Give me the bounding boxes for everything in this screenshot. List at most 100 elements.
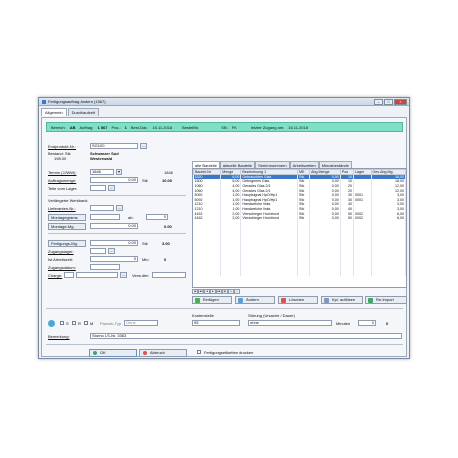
empty-cell <box>309 270 341 276</box>
aendern-label: Ändern <box>246 297 259 302</box>
aufloesen-button[interactable]: Kpl. auflösen <box>321 296 363 304</box>
fertigungs-mg-unit: Stk <box>142 241 148 246</box>
charge-label: Charge: <box>48 273 63 278</box>
pos-label: Pos.: <box>111 124 121 130</box>
zugangslager-lookup-button[interactable]: ... <box>108 248 115 254</box>
abbruch-label: Abbruch <box>150 350 165 355</box>
lieferanten-lookup-button[interactable]: ... <box>116 205 123 211</box>
letzter-zugang-value: 16.11.2018 <box>288 124 308 130</box>
sb-value: FK <box>231 124 237 130</box>
teile-lager-lookup-button[interactable]: ... <box>108 185 115 191</box>
zugangsdatum-label: Zugangsdatum: <box>48 265 76 270</box>
loeschen-label: Löschen <box>289 297 305 302</box>
minuten-right: 0 <box>386 321 389 326</box>
letzter-zugang-label: letzter Zugang am: <box>250 124 285 130</box>
separator <box>48 233 186 234</box>
check-icon <box>93 351 97 355</box>
einfuegen-button[interactable]: Einfügen <box>192 296 232 304</box>
reimport-button[interactable]: Re-Import <box>365 296 407 304</box>
maximize-button[interactable]: □ <box>384 98 393 105</box>
kostenstelle-label: Kostenstelle <box>192 313 214 318</box>
bestdat-value: 16.11.2018 <box>152 124 173 130</box>
fertigungs-mg-right: 3.00 <box>162 241 170 246</box>
minimize-button[interactable]: – <box>374 98 383 105</box>
termin-dropdown-icon[interactable]: ▾ <box>116 169 122 175</box>
delete-record-button[interactable]: – <box>234 289 240 294</box>
montage-mg-right: 0.00 <box>164 224 172 229</box>
app-icon <box>42 99 46 104</box>
endprodukt-input[interactable]: SG100 <box>90 143 138 149</box>
tab-durchlaufzeit[interactable]: Durchlaufzeit <box>67 108 99 116</box>
ab-label: ab: <box>128 215 134 220</box>
kostenstelle-select[interactable]: 95 <box>192 320 240 326</box>
teile-lager-label: Teile vom Lager: <box>48 186 78 191</box>
grid-header-row: Bauteil-Nr Menge Bezeichnung 1 ME Abg.Me… <box>193 169 406 175</box>
auftragsmenge-label: Auftragsmenge: <box>48 178 77 183</box>
charge-input[interactable] <box>64 272 74 278</box>
bestellnr-label: BestellNr. <box>182 124 200 130</box>
ab-input[interactable]: 0 <box>146 214 168 220</box>
add-icon <box>195 298 200 303</box>
fertigungs-mg-button[interactable]: Fertigungs-Mg. <box>48 240 86 247</box>
tab-allgemein[interactable]: Allgemein <box>41 108 67 116</box>
reimport-label: Re-Import <box>376 297 394 302</box>
separator <box>46 344 403 345</box>
separator <box>48 195 186 196</box>
termin-label: Termin (JJWW): <box>48 170 77 175</box>
verwdtm-label: Verw.dtm <box>132 273 149 278</box>
endprodukt-label: Endprodukt-Nr.: <box>48 144 77 149</box>
empty-cell <box>193 270 222 276</box>
main-tabs: Allgemein Durchlaufzeit <box>39 106 409 116</box>
teile-lager-input[interactable] <box>90 185 106 191</box>
r-checkbox[interactable] <box>72 321 76 325</box>
pawork-select[interactable]: Ohne <box>124 320 158 326</box>
endprodukt-lookup-button[interactable]: ... <box>140 143 147 149</box>
m-label: M <box>90 321 94 326</box>
charge-select[interactable] <box>76 272 118 278</box>
charge-lookup-button[interactable]: ... <box>120 272 127 278</box>
bemerkung-input[interactable]: Storno LS-Nr. 3363 <box>90 333 402 339</box>
pos-value: 1 <box>124 124 127 130</box>
sb-label: SB: <box>221 124 228 130</box>
empty-row <box>193 270 406 276</box>
istarbeitszeit-input[interactable]: 0 <box>90 256 138 262</box>
dialog-window: Fertigungsauftrag ändern (1567) – □ × Al… <box>38 97 410 359</box>
s-checkbox[interactable] <box>60 321 64 325</box>
auftrag-label: Auftrag: <box>79 124 94 130</box>
montage-mg-input[interactable]: 0.00 <box>90 223 138 229</box>
fertigungs-mg-input[interactable]: 0.00 <box>90 240 138 246</box>
zugangsdatum-input[interactable] <box>90 264 120 270</box>
lieferanten-input[interactable] <box>90 205 114 211</box>
order-header: Bereich: AB Auftrag: 1 567 Pos.: 1 Best.… <box>46 122 403 132</box>
auftrag-value: 1 567 <box>97 124 108 130</box>
m-checkbox[interactable] <box>84 321 88 325</box>
bereich-value: AB <box>69 124 76 130</box>
main-panel: Bereich: AB Auftrag: 1 567 Pos.: 1 Best.… <box>41 117 407 357</box>
einfuegen-label: Einfügen <box>203 297 219 302</box>
bauteile-grid[interactable]: Bauteil-Nr Menge Bezeichnung 1 ME Abg.Me… <box>192 168 407 288</box>
ok-button[interactable]: OK <box>89 349 137 357</box>
montagegrams-input[interactable] <box>90 214 120 220</box>
verwdtm-input[interactable] <box>152 272 186 278</box>
zugangslager-input[interactable] <box>90 248 106 254</box>
aendern-button[interactable]: Ändern <box>235 296 275 304</box>
termin-input[interactable]: 1846 <box>90 169 114 175</box>
title-bar[interactable]: Fertigungsauftrag ändern (1567) – □ × <box>39 98 409 106</box>
minuten-input[interactable]: 0 <box>358 320 376 326</box>
empty-cell <box>340 270 355 276</box>
empty-cell <box>297 270 311 276</box>
bestand-value: 198.00 <box>54 156 67 161</box>
montage-mg-button[interactable]: Montage-Mg. <box>48 223 86 230</box>
abbruch-button[interactable]: Abbruch <box>139 349 187 357</box>
window-title: Fertigungsauftrag ändern (1567) <box>48 99 106 104</box>
lieferanten-label: Lieferanten-Nr.: <box>48 206 76 211</box>
stoerung-select[interactable]: ohne <box>248 320 332 326</box>
auftragsmenge-input[interactable]: 0.00 <box>90 177 138 183</box>
empty-cell <box>240 270 299 276</box>
etiketten-checkbox[interactable] <box>197 350 201 354</box>
grid-navigator: |◂ ◂◂ ◂ ▸ ▸▸ ▸| + – <box>192 289 252 294</box>
empty-cell <box>371 270 406 276</box>
close-button[interactable]: × <box>394 98 407 105</box>
loeschen-button[interactable]: Löschen <box>278 296 318 304</box>
montagegrams-button[interactable]: Montagegrams <box>48 214 86 221</box>
